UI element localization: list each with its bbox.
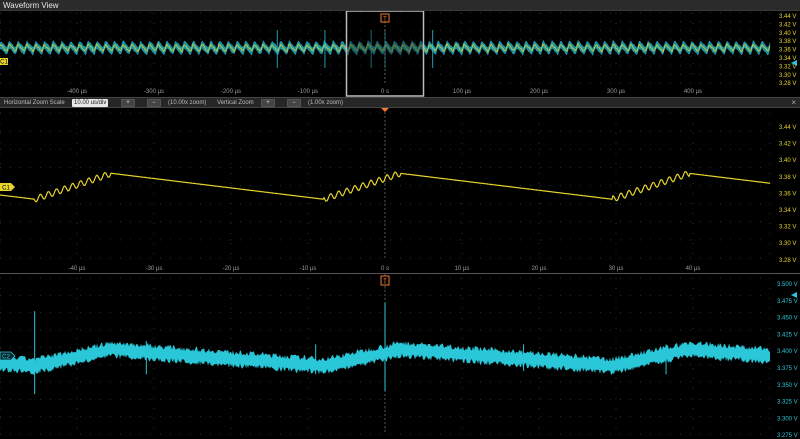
- y-tick-label: 3.32 V: [779, 225, 796, 231]
- x-tick-label: -400 µs: [67, 89, 87, 95]
- x-tick-label: 0 s: [381, 89, 389, 95]
- x-tick-label: 20 µs: [532, 266, 547, 272]
- y-tick-label: 3.40 V: [779, 158, 796, 164]
- horizontal-zoom-in-button[interactable]: +: [121, 99, 135, 107]
- ch2-label: C2: [2, 355, 10, 361]
- minus-icon: −: [152, 100, 156, 106]
- zoom-panel-ch2[interactable]: T C2 3.500 V 3.475 V 3.450 V 3.425 V 3.400 V 3.…: [0, 273, 800, 439]
- y-tick-label: 3.44 V: [779, 14, 796, 20]
- y-tick-label: 3.28 V: [779, 258, 796, 264]
- y-tick-label: 3.32 V: [779, 64, 796, 70]
- plus-icon: +: [126, 100, 130, 106]
- overview-plot[interactable]: T C1 -400 µs -300 µs -200 µs -100 µs 0 s 100 µs…: [0, 11, 800, 97]
- y-tick-label: 3.40 V: [779, 31, 796, 37]
- trigger-label: T: [383, 17, 387, 23]
- horizontal-zoom-label: Horizontal Zoom Scale: [4, 100, 65, 106]
- x-tick-label: -300 µs: [144, 89, 164, 95]
- y-tick-label: 3.425 V: [777, 332, 798, 338]
- y-tick-label: 3.400 V: [777, 349, 798, 355]
- x-tick-label: -20 µs: [223, 266, 240, 272]
- waveform-view-title-bar: Waveform View: [0, 0, 800, 11]
- y-tick-label: 3.450 V: [777, 316, 798, 322]
- vertical-zoom-factor: (1.00x zoom): [308, 100, 344, 106]
- zoom-panel-ch1[interactable]: C1 3.44 V 3.42 V 3.40 V 3.38 V 3.36 V 3.34 V 3.…: [0, 108, 800, 273]
- horizontal-zoom-out-button[interactable]: −: [147, 99, 161, 107]
- x-tick-label: 200 µs: [530, 89, 548, 95]
- vertical-zoom-out-button[interactable]: −: [287, 99, 301, 107]
- close-zoom-button[interactable]: ×: [791, 98, 796, 108]
- x-tick-label: 400 µs: [684, 89, 702, 95]
- y-tick-label: 3.34 V: [779, 56, 796, 62]
- y-tick-label: 3.28 V: [779, 81, 796, 87]
- zoom-plot-ch1[interactable]: C1 3.44 V 3.42 V 3.40 V 3.38 V 3.36 V 3.34 V 3.…: [0, 108, 800, 273]
- x-tick-label: 0 s: [381, 266, 389, 272]
- y-tick-label: 3.475 V: [777, 299, 798, 305]
- y-tick-label: 3.38 V: [779, 39, 796, 45]
- horizontal-zoom-scale-input[interactable]: 10.00 us/div: [72, 99, 109, 107]
- x-tick-label: 10 µs: [455, 266, 470, 272]
- trigger-arrow-icon[interactable]: [381, 108, 389, 112]
- ch1-label: C1: [2, 186, 10, 192]
- x-tick-label: 300 µs: [607, 89, 625, 95]
- y-tick-label: 3.325 V: [777, 400, 798, 406]
- y-tick-label: 3.38 V: [779, 175, 796, 181]
- y-tick-label: 3.300 V: [777, 416, 798, 422]
- y-tick-label: 3.375 V: [777, 366, 798, 372]
- minus-icon: −: [292, 100, 296, 106]
- x-tick-label: 30 µs: [609, 266, 624, 272]
- y-tick-label: 3.44 V: [779, 125, 796, 131]
- trigger-label: T: [383, 279, 387, 285]
- vertical-zoom-in-button[interactable]: +: [261, 99, 275, 107]
- overview-waveform[interactable]: T C1 -400 µs -300 µs -200 µs -100 µs 0 s 100 µs…: [0, 11, 800, 97]
- y-tick-label: 3.275 V: [777, 433, 798, 439]
- y-tick-label: 3.30 V: [779, 73, 796, 79]
- zoom-plot-ch2[interactable]: T C2 3.500 V 3.475 V 3.450 V 3.425 V 3.400 V 3.…: [0, 274, 800, 439]
- x-tick-label: -100 µs: [298, 89, 318, 95]
- x-tick-label: -200 µs: [221, 89, 241, 95]
- plus-icon: +: [266, 100, 270, 106]
- vertical-zoom-label: Vertical Zoom: [217, 100, 254, 106]
- x-tick-label: -30 µs: [146, 266, 163, 272]
- y-tick-label: 3.30 V: [779, 241, 796, 247]
- horizontal-zoom-factor: (10.00x zoom): [168, 100, 207, 106]
- y-tick-label: 3.36 V: [779, 191, 796, 197]
- y-tick-label: 3.500 V: [777, 282, 798, 288]
- y-tick-label: 3.350 V: [777, 383, 798, 389]
- x-tick-label: 100 µs: [453, 89, 471, 95]
- ch2-offset-marker[interactable]: [791, 292, 797, 298]
- y-tick-label: 3.42 V: [779, 142, 796, 148]
- ch1-label: C1: [0, 60, 8, 66]
- x-tick-label: -10 µs: [300, 266, 317, 272]
- zoom-controls-bar: Horizontal Zoom Scale 10.00 us/div + − (…: [0, 97, 800, 108]
- x-tick-label: -40 µs: [69, 266, 86, 272]
- y-tick-label: 3.42 V: [779, 22, 796, 28]
- y-tick-label: 3.36 V: [779, 48, 796, 54]
- y-tick-label: 3.34 V: [779, 208, 796, 214]
- window-title: Waveform View: [3, 1, 59, 10]
- x-tick-label: 40 µs: [686, 266, 701, 272]
